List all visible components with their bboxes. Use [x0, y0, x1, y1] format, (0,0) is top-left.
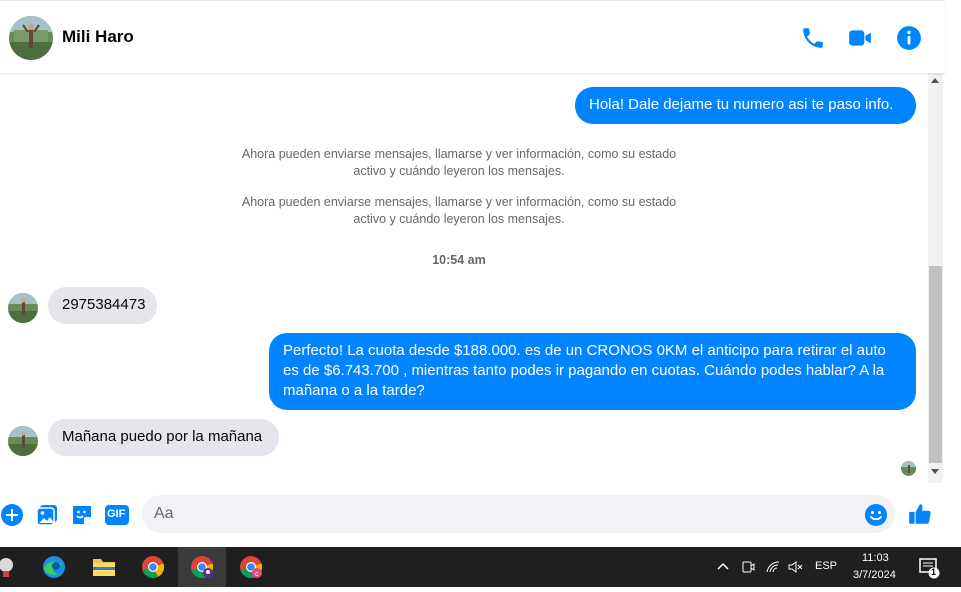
message-timestamp: 10:54 am [432, 253, 486, 267]
like-thumb-icon[interactable] [907, 501, 933, 527]
message-input-container [142, 495, 895, 533]
gif-icon[interactable]: GIF [104, 503, 130, 527]
contact-avatar-small[interactable] [8, 293, 38, 323]
system-notice-line: activo y cuándo leyeron los mensajes. [353, 164, 565, 178]
outgoing-message[interactable]: Hola! Dale dejame tu numero asi te paso … [575, 87, 916, 124]
scrollbar-thumb[interactable] [929, 266, 942, 463]
incoming-message[interactable]: Mañana puedo por la mañana [48, 419, 279, 456]
meet-now-icon[interactable] [740, 559, 756, 580]
read-receipt-avatar [901, 461, 916, 476]
system-notice: Ahora pueden enviarse mensajes, llamarse… [200, 146, 718, 180]
show-hidden-icons-chevron-icon[interactable] [716, 559, 730, 578]
scroll-up-arrow-icon[interactable] [931, 78, 939, 83]
notification-count: 1 [931, 567, 937, 577]
more-actions-plus-icon[interactable] [0, 503, 24, 527]
windows-taskbar: c ESP 11:03 3/7/2024 1 [0, 547, 961, 587]
volume-muted-icon[interactable] [787, 559, 803, 580]
clock-time[interactable]: 11:03 [862, 552, 889, 564]
video-call-icon[interactable] [847, 25, 873, 51]
message-input[interactable] [154, 503, 854, 525]
message-list: Hola! Dale dejame tu numero asi te paso … [0, 73, 928, 483]
window-edge [945, 0, 961, 73]
phone-call-icon[interactable] [800, 25, 826, 51]
chrome-profile-icon[interactable]: c [227, 547, 275, 587]
svg-text:c: c [255, 571, 259, 578]
message-text: Mañana puedo por la mañana [62, 428, 263, 445]
system-notice-line: Ahora pueden enviarse mensajes, llamarse… [241, 195, 677, 209]
gif-label: GIF [107, 508, 126, 520]
file-explorer-icon[interactable] [80, 547, 128, 587]
message-text: Hola! Dale dejame tu numero asi te paso … [589, 96, 894, 113]
clock-date[interactable]: 3/7/2024 [853, 569, 896, 581]
edge-browser-icon[interactable] [30, 547, 78, 587]
scroll-down-arrow-icon[interactable] [931, 469, 939, 474]
conversation-header: Mili Haro [0, 0, 945, 73]
sticker-icon[interactable] [70, 503, 94, 527]
message-text-line: Perfecto! La cuota desde $188.000. es de… [283, 342, 886, 359]
message-scrollbar[interactable] [928, 73, 943, 483]
message-text-line: es de $6.743.700 , mientras tanto podes … [283, 362, 885, 379]
system-notice: Ahora pueden enviarse mensajes, llamarse… [200, 194, 718, 228]
message-composer: GIF [0, 483, 945, 547]
taskbar-app-icon[interactable] [0, 547, 34, 587]
attach-photo-icon[interactable] [35, 503, 59, 527]
contact-avatar-small[interactable] [8, 426, 38, 456]
system-notice-line: activo y cuándo leyeron los mensajes. [353, 212, 565, 226]
outgoing-message[interactable]: Perfecto! La cuota desde $188.000. es de… [269, 333, 916, 410]
messenger-window: Mili Haro Hola! Dale dejame tu numero as… [0, 0, 961, 547]
emoji-icon[interactable] [864, 503, 888, 527]
contact-avatar[interactable] [9, 16, 53, 60]
contact-name[interactable]: Mili Haro [62, 27, 134, 47]
incoming-message[interactable]: 2975384473 [48, 287, 157, 324]
info-icon[interactable] [896, 25, 922, 51]
message-text: 2975384473 [62, 296, 146, 313]
input-language[interactable]: ESP [815, 560, 837, 572]
wifi-icon[interactable] [765, 559, 781, 580]
message-text-line: mañana o a la tarde? [283, 382, 425, 399]
system-notice-line: Ahora pueden enviarse mensajes, llamarse… [241, 147, 677, 161]
notification-center-icon[interactable]: 1 [918, 557, 940, 584]
chrome-profile-icon[interactable] [178, 547, 226, 587]
chrome-browser-icon[interactable] [129, 547, 177, 587]
